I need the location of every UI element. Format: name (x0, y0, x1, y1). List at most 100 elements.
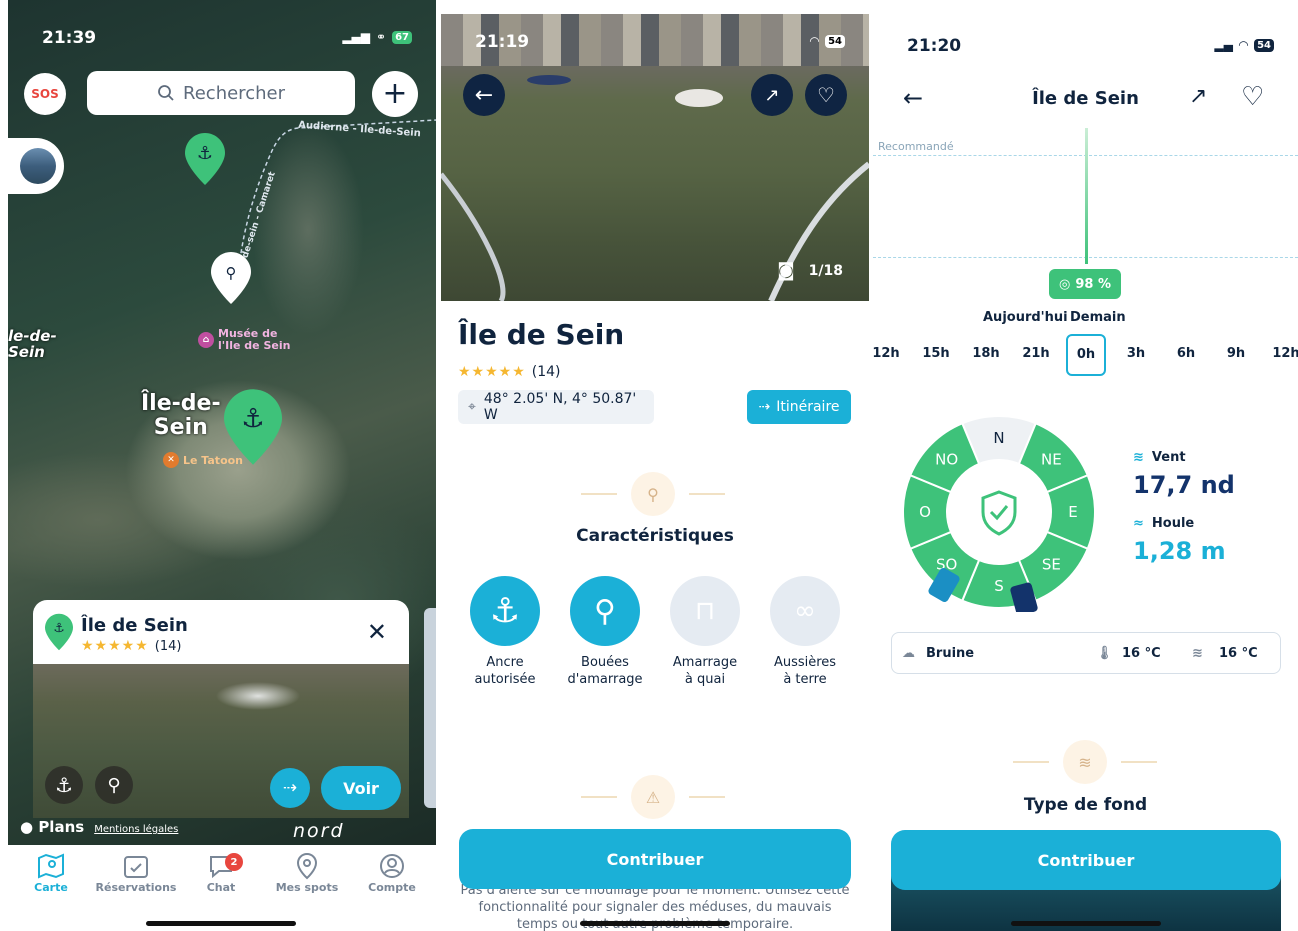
thermometer-icon: 🌡 (1096, 646, 1113, 661)
seabed-title: Type de fond (1023, 795, 1148, 815)
star-rating-icon: ★★★★★ (458, 364, 526, 380)
feature-dock: ⊓ Amarrage à quai (655, 576, 755, 688)
photo-counter[interactable]: ◙ 1/18 (777, 260, 843, 281)
route-icon[interactable]: ⇢ (270, 768, 310, 808)
hour-option[interactable]: 15h (916, 346, 956, 361)
contribute-button[interactable]: Contribuer (891, 830, 1281, 890)
home-indicator (146, 921, 296, 926)
status-bar: 21:20 ▂▄ ◠ 54 (873, 0, 1298, 56)
drizzle-icon: ☁ (902, 646, 915, 661)
hour-option[interactable]: 18h (966, 346, 1006, 361)
recommended-label: Recommandé (878, 140, 954, 153)
tab-compte[interactable]: Compte (349, 851, 435, 894)
map-place-label: nord (293, 820, 345, 842)
mooring-pin[interactable]: ⚲ (211, 252, 251, 304)
close-icon[interactable]: ✕ (367, 618, 387, 646)
card-photo[interactable]: ⚓ ⚲ ⇢ Voir (33, 664, 409, 818)
spot-title: Île de Sein (458, 318, 625, 351)
dock-icon: ⊓ (670, 576, 740, 646)
card-header: ⚓ Île de Sein ★★★★★ (14) ✕ (33, 600, 409, 664)
card-rating: ★★★★★ (14) (81, 638, 181, 654)
day-today: Aujourd'hui (983, 310, 1068, 325)
favorite-button[interactable]: ♡ (805, 74, 847, 116)
wave-icon: ≈ (1133, 516, 1144, 531)
museum-label: Musée de l'Ile de Sein (218, 327, 291, 352)
tab-label: Chat (206, 881, 236, 894)
photo-counter-text: 1/18 (808, 262, 843, 279)
contribute-button[interactable]: Contribuer (459, 829, 851, 889)
hour-option[interactable]: 3h (1116, 346, 1156, 361)
feature-label: autorisée (474, 672, 536, 687)
search-icon (158, 85, 174, 101)
feature-label: à terre (783, 672, 827, 687)
arrow-left-icon: ← (474, 82, 494, 108)
status-time: 21:39 (42, 28, 97, 48)
spot-rating[interactable]: ★★★★★ (14) (458, 364, 561, 380)
seabed-divider: ≋ (1013, 740, 1157, 784)
compass-label: N (993, 429, 1004, 447)
restaurant-poi[interactable]: ✕ Le Tatoon (163, 452, 243, 468)
map-icon (8, 851, 94, 881)
compass-label: S (994, 577, 1004, 595)
map-layer-button[interactable] (8, 138, 64, 194)
tab-label: Mes spots (275, 881, 339, 894)
anchor-icon: ⚓ (241, 404, 264, 434)
spot-preview-card[interactable]: ⚓ Île de Sein ★★★★★ (14) ✕ ⚓ ⚲ ⇢ Voir (33, 600, 409, 818)
sos-button[interactable]: SOS (24, 73, 66, 115)
status-icons: ▂▄▆ ⚭ 67 (342, 30, 412, 44)
card-title: Île de Sein (81, 615, 188, 636)
view-button[interactable]: Voir (321, 766, 401, 810)
swell-info: ≈ Houle 1,28 m (1133, 516, 1226, 565)
route-icon: ⇢ (758, 399, 771, 415)
score-bar (1085, 128, 1088, 264)
tab-reservations[interactable]: Réservations (93, 851, 179, 894)
battery-icon: 54 (1254, 38, 1274, 52)
compass-label: SE (1042, 555, 1061, 573)
score-badge: ◎ 98 % (1049, 269, 1121, 299)
spot-title: Île de Sein (1032, 88, 1139, 109)
compass-label: NE (1041, 451, 1062, 469)
heart-icon: ♡ (817, 83, 835, 107)
pin-icon (264, 851, 350, 881)
hour-option[interactable]: 21h (1016, 346, 1056, 361)
tab-carte[interactable]: Carte (8, 851, 94, 894)
back-button[interactable]: ← (463, 74, 505, 116)
buoy-icon: ⚲ (570, 576, 640, 646)
status-bar: 21:39 ▂▄▆ ⚭ 67 (8, 0, 436, 50)
add-spot-button[interactable]: + (372, 71, 418, 117)
anchorage-pin-small[interactable]: ⚓ (185, 133, 225, 185)
hour-option[interactable]: 12h (873, 346, 906, 361)
legal-link[interactable]: Mentions légales (94, 824, 178, 835)
coordinates-pill[interactable]: ⌖ 48° 2.05' N, 4° 50.87' W (458, 390, 654, 424)
alerts-divider: ⚠ (581, 775, 725, 819)
museum-poi[interactable]: ⌂ Musée de l'Ile de Sein (198, 328, 290, 352)
itinerary-button[interactable]: ⇢ Itinéraire (747, 390, 851, 424)
top-nav: ← Île de Sein ↗ ♡ (873, 80, 1298, 120)
tab-mes-spots[interactable]: Mes spots (264, 851, 350, 894)
heart-icon[interactable]: ♡ (1241, 82, 1264, 112)
spot-photo[interactable]: 21:19 ◠ 54 ← ↗ ♡ ◙ 1/18 (441, 14, 869, 301)
buoy-feature-icon: ⚲ (95, 766, 133, 804)
island-label-left: le-de- Sein (8, 327, 57, 361)
town-label: Île-de- Sein (141, 391, 221, 440)
wind-value: 17,7 nd (1133, 471, 1235, 499)
tab-chat[interactable]: 2 Chat (178, 851, 264, 894)
share-button[interactable]: ↗ (751, 74, 793, 116)
feature-anchor: ⚓ Ancre autorisée (455, 576, 555, 688)
next-card-peek[interactable] (424, 608, 436, 808)
hour-option[interactable]: 0h (1066, 334, 1106, 376)
share-icon[interactable]: ↗ (1189, 84, 1207, 109)
water-temperature: 16 °C (1219, 646, 1258, 661)
search-input[interactable]: Rechercher (87, 71, 355, 115)
tab-bar: Carte Réservations 2 Chat Mes spots Comp… (8, 845, 436, 931)
wind-icon: ≋ (1133, 450, 1144, 465)
wind-label: Vent (1151, 450, 1186, 465)
itinerary-label: Itinéraire (776, 399, 840, 415)
hour-option[interactable]: 9h (1216, 346, 1256, 361)
chat-icon (178, 851, 264, 881)
hour-option[interactable]: 12h (1266, 346, 1298, 361)
rating-count: (14) (531, 364, 561, 380)
status-icons: ◠ 54 (810, 34, 845, 48)
hour-option[interactable]: 6h (1166, 346, 1206, 361)
swell-value: 1,28 m (1133, 537, 1226, 565)
